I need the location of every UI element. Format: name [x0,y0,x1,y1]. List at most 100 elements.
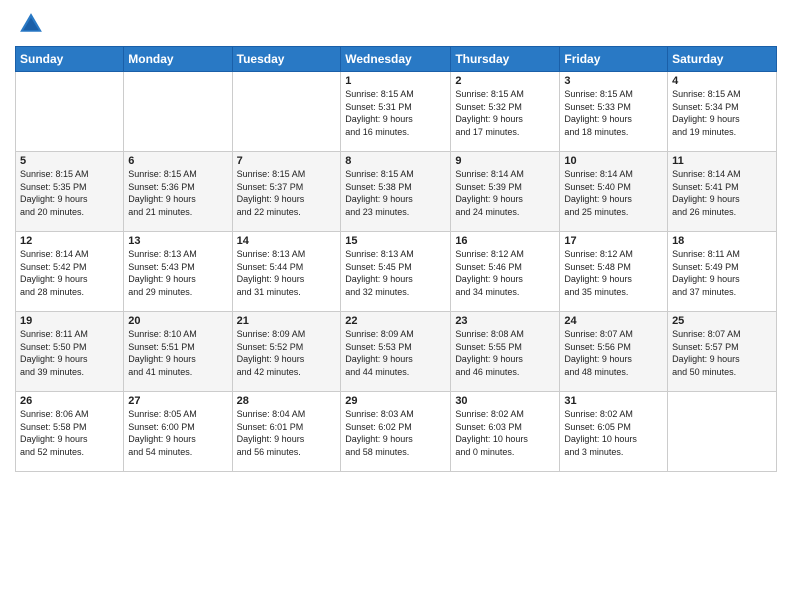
week-row-3: 19Sunrise: 8:11 AMSunset: 5:50 PMDayligh… [16,312,777,392]
day-number: 12 [20,235,119,247]
day-info: Sunrise: 8:03 AMSunset: 6:02 PMDaylight:… [345,408,446,458]
day-info: Sunrise: 8:12 AMSunset: 5:48 PMDaylight:… [564,248,663,298]
day-cell: 13Sunrise: 8:13 AMSunset: 5:43 PMDayligh… [124,232,232,312]
day-info: Sunrise: 8:13 AMSunset: 5:45 PMDaylight:… [345,248,446,298]
day-cell: 27Sunrise: 8:05 AMSunset: 6:00 PMDayligh… [124,392,232,472]
day-number: 23 [455,315,555,327]
day-info: Sunrise: 8:14 AMSunset: 5:40 PMDaylight:… [564,168,663,218]
day-cell: 22Sunrise: 8:09 AMSunset: 5:53 PMDayligh… [341,312,451,392]
week-row-2: 12Sunrise: 8:14 AMSunset: 5:42 PMDayligh… [16,232,777,312]
day-cell: 8Sunrise: 8:15 AMSunset: 5:38 PMDaylight… [341,152,451,232]
header-friday: Friday [560,47,668,72]
header-thursday: Thursday [451,47,560,72]
day-cell: 29Sunrise: 8:03 AMSunset: 6:02 PMDayligh… [341,392,451,472]
day-number: 8 [345,155,446,167]
day-info: Sunrise: 8:02 AMSunset: 6:03 PMDaylight:… [455,408,555,458]
calendar-header: SundayMondayTuesdayWednesdayThursdayFrid… [16,47,777,72]
day-info: Sunrise: 8:10 AMSunset: 5:51 PMDaylight:… [128,328,227,378]
header-tuesday: Tuesday [232,47,341,72]
day-info: Sunrise: 8:02 AMSunset: 6:05 PMDaylight:… [564,408,663,458]
day-cell: 26Sunrise: 8:06 AMSunset: 5:58 PMDayligh… [16,392,124,472]
day-info: Sunrise: 8:15 AMSunset: 5:31 PMDaylight:… [345,88,446,138]
day-number: 17 [564,235,663,247]
day-number: 7 [237,155,337,167]
day-number: 18 [672,235,772,247]
day-number: 26 [20,395,119,407]
calendar: SundayMondayTuesdayWednesdayThursdayFrid… [15,46,777,472]
day-cell: 1Sunrise: 8:15 AMSunset: 5:31 PMDaylight… [341,72,451,152]
day-cell: 20Sunrise: 8:10 AMSunset: 5:51 PMDayligh… [124,312,232,392]
week-row-4: 26Sunrise: 8:06 AMSunset: 5:58 PMDayligh… [16,392,777,472]
logo-icon [17,10,45,38]
day-cell: 12Sunrise: 8:14 AMSunset: 5:42 PMDayligh… [16,232,124,312]
header-row: SundayMondayTuesdayWednesdayThursdayFrid… [16,47,777,72]
day-number: 11 [672,155,772,167]
day-cell: 11Sunrise: 8:14 AMSunset: 5:41 PMDayligh… [668,152,777,232]
day-cell [668,392,777,472]
logo [15,10,45,38]
day-number: 14 [237,235,337,247]
day-number: 29 [345,395,446,407]
day-cell: 25Sunrise: 8:07 AMSunset: 5:57 PMDayligh… [668,312,777,392]
day-info: Sunrise: 8:13 AMSunset: 5:44 PMDaylight:… [237,248,337,298]
day-cell: 3Sunrise: 8:15 AMSunset: 5:33 PMDaylight… [560,72,668,152]
day-cell: 5Sunrise: 8:15 AMSunset: 5:35 PMDaylight… [16,152,124,232]
day-info: Sunrise: 8:15 AMSunset: 5:32 PMDaylight:… [455,88,555,138]
day-info: Sunrise: 8:14 AMSunset: 5:41 PMDaylight:… [672,168,772,218]
day-cell: 14Sunrise: 8:13 AMSunset: 5:44 PMDayligh… [232,232,341,312]
day-number: 25 [672,315,772,327]
day-cell: 31Sunrise: 8:02 AMSunset: 6:05 PMDayligh… [560,392,668,472]
day-number: 20 [128,315,227,327]
day-info: Sunrise: 8:06 AMSunset: 5:58 PMDaylight:… [20,408,119,458]
day-cell: 10Sunrise: 8:14 AMSunset: 5:40 PMDayligh… [560,152,668,232]
header-sunday: Sunday [16,47,124,72]
day-info: Sunrise: 8:11 AMSunset: 5:50 PMDaylight:… [20,328,119,378]
day-cell: 28Sunrise: 8:04 AMSunset: 6:01 PMDayligh… [232,392,341,472]
day-cell: 15Sunrise: 8:13 AMSunset: 5:45 PMDayligh… [341,232,451,312]
day-cell [16,72,124,152]
day-info: Sunrise: 8:05 AMSunset: 6:00 PMDaylight:… [128,408,227,458]
day-number: 4 [672,75,772,87]
day-info: Sunrise: 8:09 AMSunset: 5:53 PMDaylight:… [345,328,446,378]
day-cell [232,72,341,152]
day-number: 16 [455,235,555,247]
day-number: 30 [455,395,555,407]
header-wednesday: Wednesday [341,47,451,72]
week-row-0: 1Sunrise: 8:15 AMSunset: 5:31 PMDaylight… [16,72,777,152]
day-number: 31 [564,395,663,407]
day-info: Sunrise: 8:09 AMSunset: 5:52 PMDaylight:… [237,328,337,378]
day-cell: 9Sunrise: 8:14 AMSunset: 5:39 PMDaylight… [451,152,560,232]
day-info: Sunrise: 8:15 AMSunset: 5:35 PMDaylight:… [20,168,119,218]
day-info: Sunrise: 8:14 AMSunset: 5:42 PMDaylight:… [20,248,119,298]
day-cell: 18Sunrise: 8:11 AMSunset: 5:49 PMDayligh… [668,232,777,312]
day-cell [124,72,232,152]
header [15,10,777,38]
day-number: 22 [345,315,446,327]
day-number: 6 [128,155,227,167]
day-info: Sunrise: 8:12 AMSunset: 5:46 PMDaylight:… [455,248,555,298]
day-cell: 7Sunrise: 8:15 AMSunset: 5:37 PMDaylight… [232,152,341,232]
day-info: Sunrise: 8:07 AMSunset: 5:56 PMDaylight:… [564,328,663,378]
day-cell: 24Sunrise: 8:07 AMSunset: 5:56 PMDayligh… [560,312,668,392]
day-cell: 30Sunrise: 8:02 AMSunset: 6:03 PMDayligh… [451,392,560,472]
day-number: 21 [237,315,337,327]
day-info: Sunrise: 8:15 AMSunset: 5:38 PMDaylight:… [345,168,446,218]
week-row-1: 5Sunrise: 8:15 AMSunset: 5:35 PMDaylight… [16,152,777,232]
day-info: Sunrise: 8:07 AMSunset: 5:57 PMDaylight:… [672,328,772,378]
day-number: 10 [564,155,663,167]
day-number: 5 [20,155,119,167]
day-info: Sunrise: 8:04 AMSunset: 6:01 PMDaylight:… [237,408,337,458]
day-info: Sunrise: 8:15 AMSunset: 5:33 PMDaylight:… [564,88,663,138]
day-info: Sunrise: 8:15 AMSunset: 5:37 PMDaylight:… [237,168,337,218]
day-cell: 4Sunrise: 8:15 AMSunset: 5:34 PMDaylight… [668,72,777,152]
day-info: Sunrise: 8:08 AMSunset: 5:55 PMDaylight:… [455,328,555,378]
day-cell: 23Sunrise: 8:08 AMSunset: 5:55 PMDayligh… [451,312,560,392]
day-number: 19 [20,315,119,327]
day-number: 28 [237,395,337,407]
day-cell: 21Sunrise: 8:09 AMSunset: 5:52 PMDayligh… [232,312,341,392]
day-info: Sunrise: 8:15 AMSunset: 5:36 PMDaylight:… [128,168,227,218]
day-number: 1 [345,75,446,87]
header-saturday: Saturday [668,47,777,72]
day-info: Sunrise: 8:14 AMSunset: 5:39 PMDaylight:… [455,168,555,218]
header-monday: Monday [124,47,232,72]
